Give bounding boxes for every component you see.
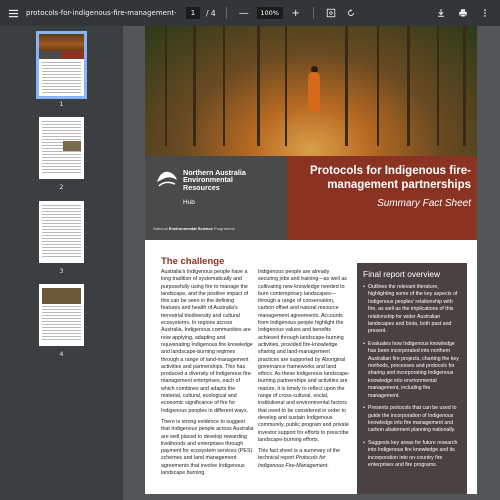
document-subtitle: Summary Fact Sheet: [377, 198, 471, 209]
list-item: Suggests key areas for future research i…: [363, 440, 461, 470]
programme-text: National Environmental Science Programme: [153, 226, 235, 231]
thumbnail-text: [42, 205, 81, 259]
text-column-2: Indigenous people are already securing j…: [258, 269, 350, 474]
toolbar-actions: [434, 0, 492, 26]
thumbnail-label: 1: [59, 100, 64, 108]
tree-trunk: [377, 26, 379, 146]
zoom-out-button[interactable]: —: [237, 6, 251, 20]
thumbnail-page-2[interactable]: [39, 117, 84, 179]
text-column-1: Australia's Indigenous people have a lon…: [161, 269, 254, 481]
tree-trunk: [463, 26, 466, 146]
thumbnail-sidebar: 1 2 3 4: [0, 26, 123, 500]
list-item: Evaluates how Indigenous knowledge has b…: [363, 341, 461, 400]
document-heading: Protocols for Indigenous fire-management…: [309, 165, 471, 191]
thumbnail-label: 4: [59, 350, 64, 358]
print-icon[interactable]: [456, 6, 470, 20]
document-viewport[interactable]: Northern Australia Environmental Resourc…: [123, 26, 500, 500]
zoom-input[interactable]: 100%: [256, 7, 283, 19]
thumbnail-image: [63, 141, 81, 151]
toolbar-divider: [312, 7, 314, 19]
tree-trunk: [257, 26, 260, 146]
cover-photo: [145, 26, 477, 156]
section-heading: The challenge: [161, 256, 225, 267]
page-number-input[interactable]: 1: [186, 7, 200, 19]
menu-icon[interactable]: [0, 0, 26, 26]
programme-suffix: Programme: [212, 226, 235, 231]
overview-list: Outlines the relevant literature, highli…: [363, 284, 461, 469]
nerh-logo-icon: [157, 171, 177, 187]
paragraph: This fact sheet is a summary of the tech…: [258, 448, 350, 470]
toolbar-divider: [225, 7, 227, 19]
list-item: Presents protocols that can be used to g…: [363, 405, 461, 435]
page-and-zoom-controls: 1 / 4 — 100% +: [186, 0, 358, 26]
paragraph: There is strong evidence to suggest that…: [161, 418, 254, 477]
programme-prefix: National: [153, 226, 169, 231]
thumbnail-text: [42, 62, 81, 94]
logo-line: Resources: [183, 182, 220, 192]
paragraph: Australia's Indigenous people have a lon…: [161, 269, 253, 414]
zoom-in-button[interactable]: +: [289, 6, 303, 20]
box-title: Final report overview: [363, 269, 441, 279]
pdf-page-1: Northern Australia Environmental Resourc…: [145, 26, 477, 500]
tree-trunk: [285, 26, 287, 146]
person-figure: [308, 72, 320, 112]
paragraph-text: .: [327, 462, 329, 469]
paragraph: Indigenous people are already securing j…: [258, 269, 350, 443]
tree-trunk: [407, 26, 410, 146]
logo-wordmark: Northern Australia Environmental Resourc…: [183, 169, 246, 192]
tree-trunk: [193, 26, 196, 146]
rotate-icon[interactable]: [344, 6, 358, 20]
thumbnail-page-1[interactable]: [36, 31, 87, 99]
thumbnail-page-3[interactable]: [39, 201, 84, 263]
thumbnail-photo: [39, 34, 84, 51]
thumbnail-image: [42, 288, 81, 304]
list-item: Outlines the relevant literature, highli…: [363, 284, 461, 336]
thumbnail-label: 2: [59, 183, 64, 191]
document-title: protocols-for-indigenous-fire-management…: [26, 9, 176, 17]
logo-hub-text: Hub: [183, 199, 195, 206]
thumbnail-band-title: [61, 51, 84, 59]
fit-page-icon[interactable]: [324, 6, 338, 20]
tree-trunk: [165, 26, 167, 146]
programme-bold: Environmental Science: [168, 226, 213, 231]
tree-trunk: [437, 26, 439, 146]
tree-trunk: [223, 26, 225, 146]
final-report-overview-box: Final report overview Outlines the relev…: [357, 263, 467, 500]
page-total: / 4: [206, 8, 216, 18]
thumbnail-label: 3: [59, 267, 64, 275]
thumbnail-page-4[interactable]: [39, 284, 84, 346]
download-icon[interactable]: [434, 6, 448, 20]
more-icon[interactable]: [478, 6, 492, 20]
pdf-toolbar: protocols-for-indigenous-fire-management…: [0, 0, 500, 26]
tree-trunk: [345, 26, 348, 146]
